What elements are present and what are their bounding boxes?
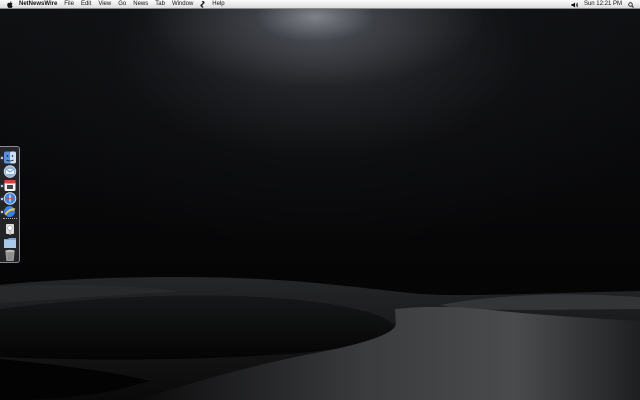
wallpaper-dunes xyxy=(0,277,640,400)
menu-file[interactable]: File xyxy=(64,0,74,9)
menu-view[interactable]: View xyxy=(98,0,111,9)
finder-icon[interactable] xyxy=(3,151,17,164)
dock-running-indicator xyxy=(1,198,3,200)
desktop[interactable] xyxy=(0,9,640,400)
apple-icon[interactable] xyxy=(7,0,13,8)
menu-app-name[interactable]: NetNewsWire xyxy=(19,0,57,9)
menu-tab[interactable]: Tab xyxy=(155,0,165,9)
trash-icon[interactable] xyxy=(3,249,17,262)
menu-extras: Sun 12:21 PM xyxy=(571,0,634,9)
menu-edit[interactable]: Edit xyxy=(81,0,91,9)
dock-running-indicator xyxy=(1,157,3,159)
dock-running-indicator xyxy=(1,185,3,187)
safari-icon[interactable] xyxy=(3,192,17,205)
menu-bar: NetNewsWire File Edit View Go News Tab W… xyxy=(0,0,640,9)
preview-icon[interactable] xyxy=(3,223,17,236)
netnewswire-icon[interactable] xyxy=(3,205,17,218)
dock-running-indicator xyxy=(1,211,3,213)
dock xyxy=(0,146,20,263)
menu-news[interactable]: News xyxy=(133,0,148,9)
spotlight-icon[interactable] xyxy=(628,1,634,8)
menu-window[interactable]: Window xyxy=(172,0,193,9)
menu-help[interactable]: Help xyxy=(212,0,224,9)
calendar-icon[interactable] xyxy=(3,179,17,192)
script-menu-icon[interactable] xyxy=(200,0,205,8)
dock-separator xyxy=(3,218,17,219)
mail-icon[interactable] xyxy=(3,165,17,178)
volume-icon[interactable] xyxy=(571,2,579,8)
menu-go[interactable]: Go xyxy=(118,0,126,9)
menu-clock[interactable]: Sun 12:21 PM xyxy=(584,0,622,9)
documents-folder-icon[interactable] xyxy=(3,236,17,249)
